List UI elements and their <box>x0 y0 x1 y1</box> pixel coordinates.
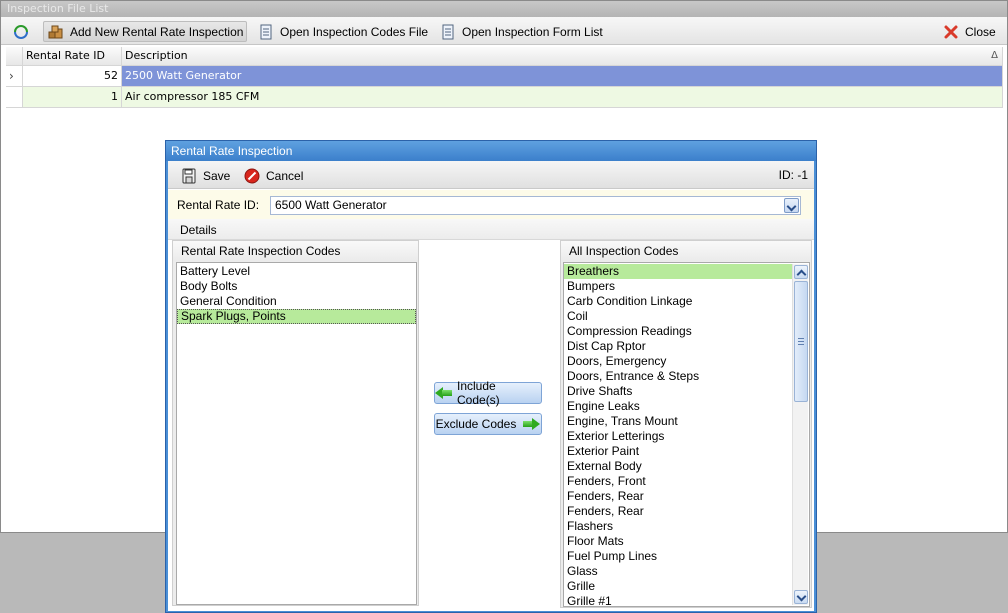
list-item[interactable]: Bumpers <box>564 279 792 294</box>
rental-rate-inspection-codes-header: Rental Rate Inspection Codes <box>173 241 418 261</box>
document-icon <box>258 24 274 40</box>
rental-rate-id-cell[interactable]: 1 <box>23 87 122 108</box>
refresh-icon <box>13 24 29 40</box>
rental-rate-id-label: Rental Rate ID: <box>177 198 260 212</box>
list-item[interactable]: Battery Level <box>177 264 416 279</box>
add-rental-rate-inspection-button[interactable]: Add New Rental Rate Inspection <box>43 21 247 42</box>
dialog-body: Save Cancel ID: -1 Rental Rate ID: 6500 … <box>168 161 814 611</box>
cancel-label: Cancel <box>266 168 304 183</box>
window-title: Inspection File List <box>1 1 1007 17</box>
open-inspection-codes-label: Open Inspection Codes File <box>280 24 429 39</box>
arrow-right-icon <box>522 418 541 430</box>
list-item[interactable]: External Body <box>564 459 792 474</box>
list-item[interactable]: Coil <box>564 309 792 324</box>
exclude-codes-label: Exclude Codes <box>435 417 517 431</box>
exclude-codes-button[interactable]: Exclude Codes <box>434 413 542 435</box>
list-item[interactable]: Dist Cap Rptor <box>564 339 792 354</box>
table-row[interactable]: 1 Air compressor 185 CFM <box>6 87 1003 108</box>
include-codes-label: Include Code(s) <box>457 379 500 407</box>
column-header-description-label: Description <box>125 49 188 62</box>
close-label: Close <box>965 24 996 39</box>
list-item[interactable]: Fenders, Front <box>564 474 792 489</box>
list-item[interactable]: Drive Shafts <box>564 384 792 399</box>
dialog-toolbar: Save Cancel ID: -1 <box>168 161 814 189</box>
record-id-label: ID: -1 <box>778 168 808 182</box>
list-item[interactable]: Flashers <box>564 519 792 534</box>
list-item[interactable]: Grille #1 <box>564 594 792 606</box>
add-rental-rate-inspection-label: Add New Rental Rate Inspection <box>70 24 244 39</box>
list-item[interactable]: Fuel Pump Lines <box>564 549 792 564</box>
grid-header: Rental Rate ID Description Δ <box>6 47 1003 66</box>
list-item[interactable]: Fenders, Rear <box>564 489 792 504</box>
cancel-icon <box>244 168 260 184</box>
boxes-icon <box>48 24 64 40</box>
all-inspection-codes-header: All Inspection Codes <box>561 241 811 261</box>
chevron-down-icon[interactable] <box>784 198 799 213</box>
rental-rate-id-cell[interactable]: 52 <box>23 66 122 87</box>
list-item[interactable]: Body Bolts <box>177 279 416 294</box>
list-item[interactable]: Exterior Paint <box>564 444 792 459</box>
column-header-rental-rate-id[interactable]: Rental Rate ID <box>23 47 122 66</box>
save-label: Save <box>203 168 231 183</box>
open-inspection-codes-button[interactable]: Open Inspection Codes File <box>254 21 432 42</box>
rental-rate-inspection-dialog: Rental Rate Inspection Save Cancel ID: -… <box>165 140 817 613</box>
scroll-up-icon[interactable] <box>794 265 808 279</box>
rental-rate-row: Rental Rate ID: 6500 Watt Generator <box>168 190 814 219</box>
list-item[interactable]: Glass <box>564 564 792 579</box>
list-item[interactable]: Engine Leaks <box>564 399 792 414</box>
sort-ascending-icon: Δ <box>991 50 998 61</box>
grip-icon <box>798 338 804 345</box>
save-button[interactable]: Save <box>177 165 234 186</box>
column-header-description[interactable]: Description Δ <box>122 47 1003 66</box>
list-item-selected[interactable]: Breathers <box>564 264 792 279</box>
list-item[interactable]: Doors, Emergency <box>564 354 792 369</box>
list-item[interactable]: Compression Readings <box>564 324 792 339</box>
open-inspection-form-list-label: Open Inspection Form List <box>462 24 603 39</box>
open-inspection-form-list-button[interactable]: Open Inspection Form List <box>436 21 607 42</box>
rental-rate-id-select[interactable]: 6500 Watt Generator <box>270 196 801 215</box>
rental-rate-id-value: 6500 Watt Generator <box>275 198 387 212</box>
grid-header-indicator <box>6 47 23 66</box>
dialog-title: Rental Rate Inspection <box>166 141 816 161</box>
all-inspection-codes-list[interactable]: Breathers Bumpers Carb Condition Linkage… <box>563 262 810 607</box>
description-cell[interactable]: 2500 Watt Generator <box>122 66 1003 87</box>
refresh-button[interactable] <box>9 21 33 42</box>
tab-details-label: Details <box>180 223 217 237</box>
include-codes-button[interactable]: Include Code(s) <box>434 379 542 407</box>
tab-details[interactable]: Details <box>168 219 814 240</box>
cancel-button[interactable]: Cancel <box>240 165 307 186</box>
vertical-scrollbar[interactable] <box>792 264 808 605</box>
list-item[interactable]: Floor Mats <box>564 534 792 549</box>
save-icon <box>181 168 197 184</box>
row-indicator-icon: › <box>6 66 23 87</box>
description-cell[interactable]: Air compressor 185 CFM <box>122 87 1003 108</box>
list-item[interactable]: General Condition <box>177 294 416 309</box>
table-row[interactable]: › 52 2500 Watt Generator <box>6 66 1003 87</box>
list-item[interactable]: Exterior Letterings <box>564 429 792 444</box>
scrollbar-thumb[interactable] <box>794 281 808 402</box>
rental-rate-grid: Rental Rate ID Description Δ › 52 2500 W… <box>6 47 1003 111</box>
list-item[interactable]: Engine, Trans Mount <box>564 414 792 429</box>
list-item[interactable]: Fenders, Rear <box>564 504 792 519</box>
list-item[interactable]: Doors, Entrance & Steps <box>564 369 792 384</box>
document-icon <box>440 24 456 40</box>
list-item-selected[interactable]: Spark Plugs, Points <box>177 309 416 324</box>
scroll-down-icon[interactable] <box>794 590 808 604</box>
rental-rate-inspection-codes-list[interactable]: Battery Level Body Bolts General Conditi… <box>176 262 417 605</box>
list-item[interactable]: Carb Condition Linkage <box>564 294 792 309</box>
rental-rate-inspection-codes-panel: Rental Rate Inspection Codes Battery Lev… <box>172 240 419 606</box>
close-icon <box>943 24 959 40</box>
close-button[interactable]: Close <box>939 21 1000 42</box>
list-item[interactable]: Grille <box>564 579 792 594</box>
main-toolbar: Add New Rental Rate Inspection Open Insp… <box>1 17 1007 45</box>
row-indicator <box>6 87 23 108</box>
all-inspection-codes-panel: All Inspection Codes Breathers Bumpers C… <box>560 240 812 608</box>
arrow-left-icon <box>435 387 453 399</box>
